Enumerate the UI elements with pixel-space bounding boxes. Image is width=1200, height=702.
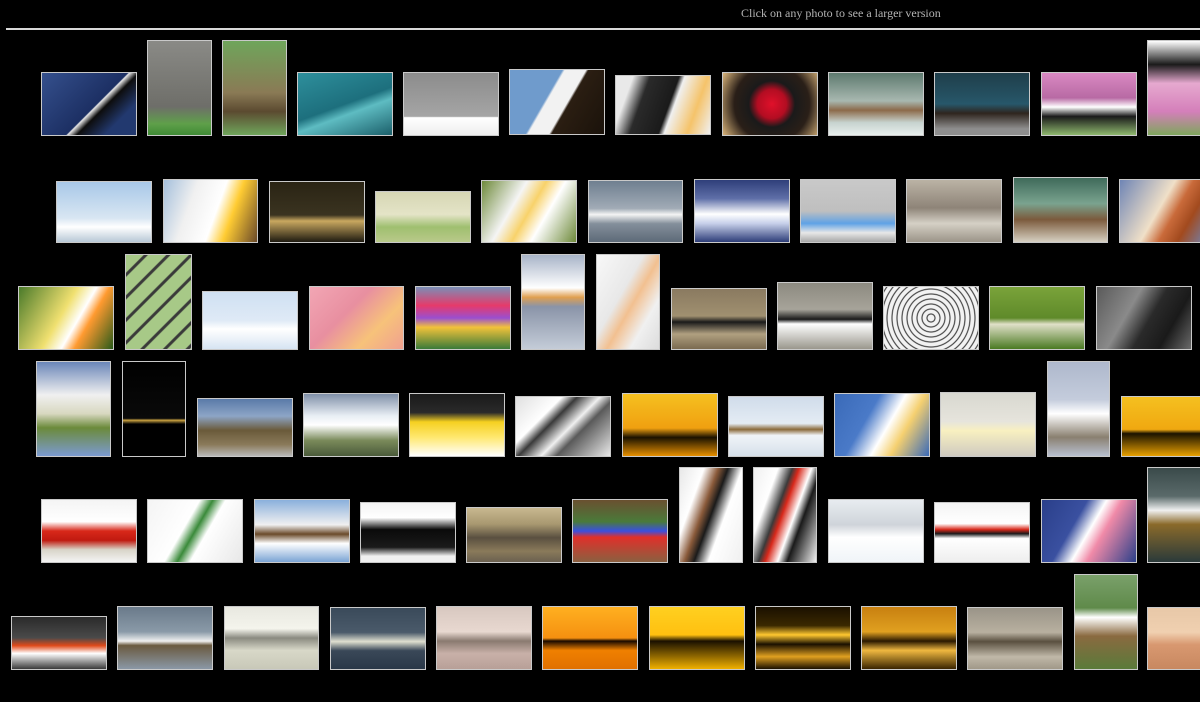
bird-wings-spread-photo[interactable] bbox=[777, 282, 873, 350]
swan-on-lake-photo[interactable] bbox=[588, 180, 683, 243]
eagle-over-water-photo[interactable] bbox=[297, 72, 393, 136]
pelican-white-portrait-photo[interactable] bbox=[596, 254, 660, 350]
snowy-field-photo[interactable] bbox=[828, 499, 924, 563]
eagle-in-sky-photo[interactable] bbox=[56, 181, 152, 243]
snowy-mountains-photo[interactable] bbox=[303, 393, 399, 457]
flamingos-haze-photo[interactable] bbox=[1147, 607, 1200, 670]
pelican-reflection-photo[interactable] bbox=[521, 254, 585, 350]
grebe-photo[interactable] bbox=[1147, 467, 1200, 563]
birds-grid-photo[interactable] bbox=[125, 254, 192, 350]
eagle-snow-photo[interactable] bbox=[403, 72, 499, 136]
snow-geese-wave-photo[interactable] bbox=[694, 179, 790, 243]
chick-on-sand-photo[interactable] bbox=[940, 392, 1036, 457]
blue-sea-bird-photo[interactable] bbox=[41, 72, 137, 136]
penguin-closeup-photo[interactable] bbox=[615, 75, 711, 135]
cranes-orange-sky-photo[interactable] bbox=[542, 606, 638, 670]
geese-flock-photo[interactable] bbox=[375, 191, 471, 243]
cranes-crossed-photo[interactable] bbox=[753, 467, 817, 563]
egret-head-yellow-photo[interactable] bbox=[18, 286, 114, 350]
albatross-silhouette-photo[interactable] bbox=[622, 393, 718, 457]
pelican-head-photo[interactable] bbox=[1119, 179, 1200, 243]
cardinal-photo[interactable] bbox=[41, 499, 137, 563]
yellow-feathers-photo[interactable] bbox=[409, 393, 505, 457]
sandhill-crane-grass-photo[interactable] bbox=[224, 606, 319, 670]
puffin-flowers-photo[interactable] bbox=[1147, 40, 1200, 136]
cranes-group-photo[interactable] bbox=[967, 607, 1063, 670]
cypress-trees-photo[interactable] bbox=[360, 502, 456, 563]
egret-pink-bill-photo[interactable] bbox=[1041, 499, 1137, 563]
crane-nest-photo[interactable] bbox=[222, 40, 287, 136]
bald-eagle-head-photo[interactable] bbox=[509, 69, 605, 135]
booby-feet-egg-photo[interactable] bbox=[800, 179, 896, 243]
gull-flight-dusk-photo[interactable] bbox=[330, 607, 426, 670]
bald-eagle-screaming-photo[interactable] bbox=[163, 179, 258, 243]
crane-dancing-photo[interactable] bbox=[934, 502, 1030, 563]
shorebird-water-photo[interactable] bbox=[117, 606, 213, 670]
marsh-sunrise-photo[interactable] bbox=[861, 606, 957, 670]
cranes-gold-water-photo[interactable] bbox=[755, 606, 851, 670]
heron-chick-photo[interactable] bbox=[36, 361, 111, 457]
header-divider bbox=[6, 28, 1200, 30]
king-penguin-colony-photo[interactable] bbox=[197, 398, 293, 457]
cranes-flying-pink-photo[interactable] bbox=[436, 606, 532, 670]
eagle-splash-photo[interactable] bbox=[269, 181, 365, 243]
small-bird-branch-photo[interactable] bbox=[989, 286, 1085, 350]
albatross-pair-photo[interactable] bbox=[481, 180, 577, 243]
rocky-peaks-photo[interactable] bbox=[466, 507, 562, 563]
painted-bunting-photo[interactable] bbox=[572, 499, 668, 563]
pink-flamingos-blur-photo[interactable] bbox=[309, 286, 404, 350]
penguins-on-ice-photo[interactable] bbox=[202, 291, 298, 350]
curlew-sunset-photo[interactable] bbox=[1121, 396, 1200, 457]
elephants-photo[interactable] bbox=[147, 40, 212, 136]
bird-with-chicks-photo[interactable] bbox=[906, 179, 1002, 243]
starling-flock-photo[interactable] bbox=[883, 286, 979, 350]
deer-outline-photo[interactable] bbox=[122, 361, 186, 457]
gannets-nesting-photo[interactable] bbox=[147, 499, 243, 563]
gallery-instruction-text: Click on any photo to see a larger versi… bbox=[741, 6, 941, 20]
puffin-photo[interactable] bbox=[1041, 72, 1137, 136]
lava-ocean-photo[interactable] bbox=[11, 616, 107, 670]
crane-neck-photo[interactable] bbox=[679, 467, 743, 563]
egret-standing-photo[interactable] bbox=[1047, 361, 1110, 457]
heron-golden-photo[interactable] bbox=[649, 606, 745, 670]
albatross-head-photo[interactable] bbox=[834, 393, 930, 457]
bird-in-flight-photo[interactable] bbox=[728, 396, 824, 457]
crane-on-nest-photo[interactable] bbox=[1074, 574, 1138, 670]
bear-walking-photo[interactable] bbox=[934, 72, 1030, 136]
bear-lying-photo[interactable] bbox=[1013, 177, 1108, 243]
osprey-photo[interactable] bbox=[254, 499, 350, 563]
bear-in-river-photo[interactable] bbox=[828, 72, 924, 136]
razorbill-photo[interactable] bbox=[671, 288, 767, 350]
cormorant-bill-photo[interactable] bbox=[1096, 286, 1192, 350]
tulip-field-photo[interactable] bbox=[415, 286, 511, 350]
frigatebird-photo[interactable] bbox=[722, 72, 818, 136]
snow-terrain-photo[interactable] bbox=[515, 396, 611, 457]
